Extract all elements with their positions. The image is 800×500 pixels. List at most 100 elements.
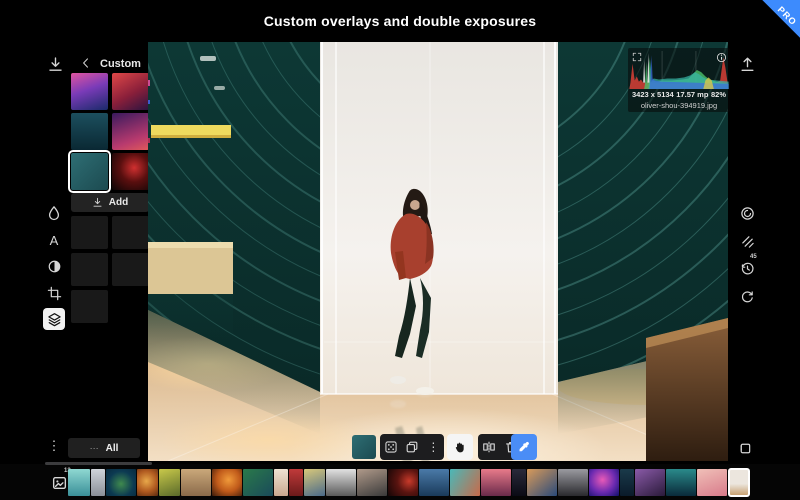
back-button[interactable] <box>79 56 93 70</box>
layer-tools-group: ⋮ <box>380 434 444 460</box>
film-thumb-giraffe[interactable] <box>181 469 211 496</box>
panel-toggle-icon <box>737 441 752 456</box>
info-icon <box>716 52 727 63</box>
filter-all-button[interactable]: ⋯ All <box>68 438 140 458</box>
filmstrip-scrollbar[interactable] <box>45 462 152 465</box>
film-thumb-flamingo[interactable] <box>697 469 727 496</box>
layers-icon <box>47 312 62 327</box>
film-thumb-island[interactable] <box>106 469 136 496</box>
radial-overlay-button[interactable] <box>736 202 758 224</box>
film-thumb-red-glow[interactable] <box>388 469 418 496</box>
text-tool-icon: A <box>50 233 59 248</box>
histogram-expand-button[interactable] <box>631 51 643 63</box>
import-download-button[interactable] <box>44 53 66 75</box>
duplicate-icon <box>405 440 419 454</box>
chevron-left-icon <box>80 57 92 69</box>
pan-tool-button-active[interactable] <box>447 434 473 460</box>
film-thumb-jellyfish[interactable] <box>589 469 619 496</box>
toggle-right-panel-button[interactable] <box>733 437 755 459</box>
film-thumb-night-lake[interactable] <box>666 469 696 496</box>
active-layer-thumbnail[interactable] <box>352 435 376 459</box>
film-thumb-pink-sunset[interactable] <box>481 469 511 496</box>
film-thumb-woman-room[interactable] <box>357 469 387 496</box>
eyedropper-icon <box>517 440 531 454</box>
crop-icon <box>47 286 62 301</box>
film-thumb-purple-lizard[interactable] <box>635 469 665 496</box>
history-clock-icon <box>740 261 755 276</box>
empty-overlay-slot[interactable] <box>71 290 108 323</box>
film-thumb-orange-clouds[interactable] <box>212 469 242 496</box>
overlay-thumb-neon-city[interactable] <box>71 73 108 110</box>
tool-text-button[interactable]: A <box>43 229 65 251</box>
diagonal-strokes-icon <box>740 234 755 249</box>
film-thumb-beach[interactable] <box>68 469 90 496</box>
overlay-thumb-teal-city[interactable] <box>71 113 108 150</box>
film-thumb-red-figure[interactable] <box>289 469 303 496</box>
film-thumb-flowers[interactable] <box>159 469 180 496</box>
left-panel-more-button[interactable]: ⋮ <box>43 435 65 457</box>
download-icon <box>47 56 64 73</box>
image-megapixels: 17.57 mp <box>676 90 708 99</box>
blend-pattern-button[interactable] <box>380 434 401 460</box>
hand-icon <box>453 440 467 454</box>
film-thumb-light-portrait[interactable] <box>274 469 288 496</box>
double-exposure-button[interactable] <box>736 230 758 252</box>
photo-library-icon <box>51 474 68 491</box>
expand-icon <box>632 52 642 62</box>
film-thumb-dark-figure[interactable] <box>512 469 526 496</box>
tool-layers-button-active[interactable] <box>43 308 65 330</box>
filmstrip-thumbnails <box>68 469 750 496</box>
kebab-icon: ⋮ <box>48 438 61 454</box>
film-thumb-statue-pale[interactable] <box>91 469 105 496</box>
flip-icon <box>482 440 496 454</box>
film-thumb-bw-statue[interactable] <box>326 469 356 496</box>
overlay-thumb-neon-alley[interactable] <box>112 113 149 150</box>
photo-library-button[interactable]: 13 <box>48 471 70 493</box>
history-button[interactable]: 45 <box>736 257 758 279</box>
film-thumb-green-river[interactable] <box>243 469 273 496</box>
duplicate-layer-button[interactable] <box>401 434 422 460</box>
film-thumb-bw-mountain[interactable] <box>558 469 588 496</box>
spiral-circle-icon <box>740 206 755 221</box>
pattern-dots-icon <box>384 440 398 454</box>
add-label: Add <box>109 197 128 208</box>
empty-overlay-slot[interactable] <box>112 253 149 286</box>
overlay-thumbnail-grid <box>71 73 149 190</box>
empty-overlay-slot[interactable] <box>71 216 108 249</box>
film-thumb-hands[interactable] <box>527 469 557 496</box>
layer-more-button[interactable]: ⋮ <box>423 434 444 460</box>
contrast-icon <box>47 259 62 274</box>
empty-overlay-slot[interactable] <box>112 216 149 249</box>
histogram-info-button[interactable] <box>715 51 727 63</box>
add-overlay-button[interactable]: Add <box>71 193 149 212</box>
film-thumb-blue-mountains[interactable] <box>419 469 449 496</box>
filter-all-label: All <box>106 443 119 454</box>
tool-filters-button[interactable] <box>43 202 65 224</box>
film-thumb-street-teal[interactable] <box>450 469 480 496</box>
history-count-badge: 45 <box>750 254 757 260</box>
flip-horizontal-button[interactable] <box>478 434 500 460</box>
panel-title: Custom <box>100 58 141 70</box>
overlay-thumb-red-lights[interactable] <box>112 153 149 190</box>
share-icon <box>739 56 756 73</box>
film-thumb-current[interactable] <box>728 468 750 497</box>
color-picker-button[interactable] <box>511 434 537 460</box>
overlay-thumb-red-portrait[interactable] <box>112 73 149 110</box>
reset-button[interactable] <box>736 285 758 307</box>
image-filename: oliver-shou-394919.jpg <box>628 101 730 110</box>
reset-arrow-icon <box>740 289 755 304</box>
empty-overlay-slot[interactable] <box>71 253 108 286</box>
film-thumb-food[interactable] <box>137 469 158 496</box>
tool-crop-button[interactable] <box>43 282 65 304</box>
tool-adjust-button[interactable] <box>43 255 65 277</box>
zoom-percent: 82% <box>711 90 726 99</box>
film-thumb-yellow-jacket[interactable] <box>304 469 325 496</box>
overlay-thumb-teal-texture[interactable] <box>71 153 108 190</box>
film-thumb-dark-sea[interactable] <box>620 469 634 496</box>
ellipsis-icon: ⋯ <box>90 443 100 454</box>
histogram-panel: 3423 x 5134 17.57 mp 82% oliver-shou-394… <box>628 48 730 112</box>
kebab-icon: ⋮ <box>427 440 439 454</box>
overlay-empty-slots <box>71 216 149 323</box>
download-icon <box>92 197 103 208</box>
export-share-button[interactable] <box>736 53 758 75</box>
